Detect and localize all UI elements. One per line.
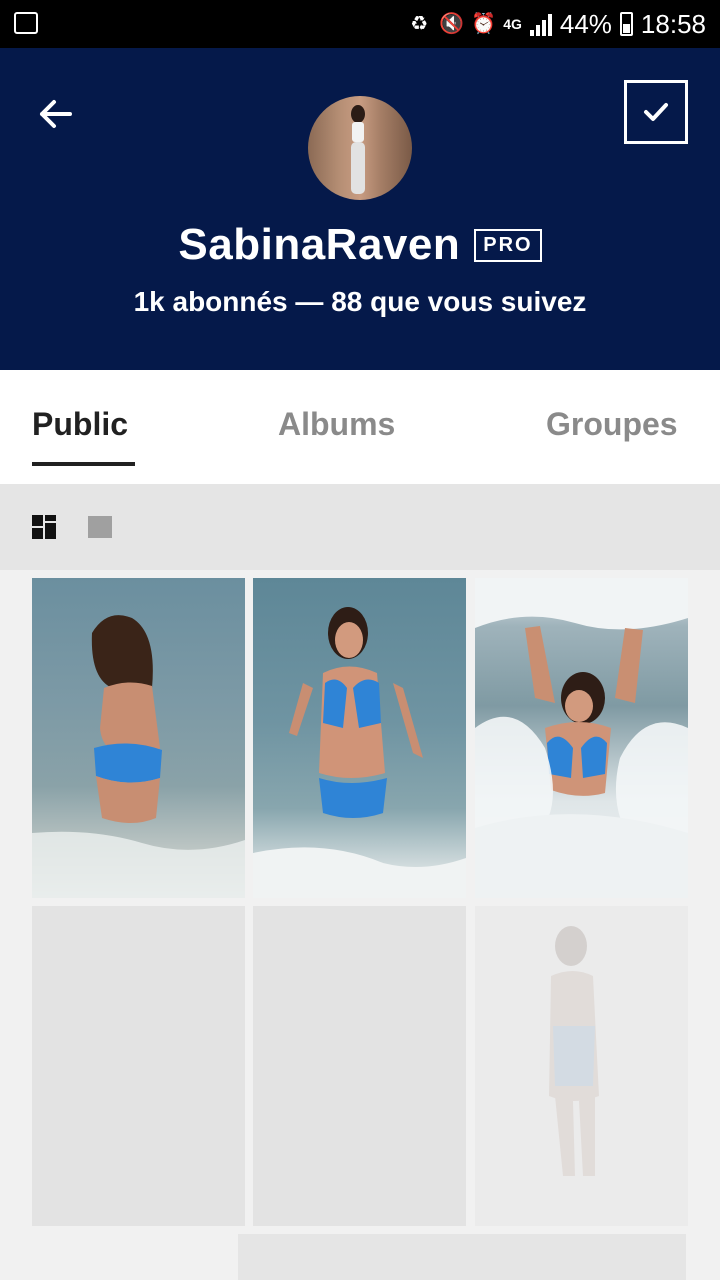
- username: SabinaRaven: [178, 220, 461, 269]
- photo-4[interactable]: [32, 906, 245, 1226]
- photo-6[interactable]: [475, 906, 688, 1226]
- photo-1[interactable]: [32, 578, 245, 898]
- profile-header: SabinaRaven PRO 1k abonnés — 88 que vous…: [0, 48, 720, 370]
- tab-bar: Public Albums Groupes: [0, 370, 720, 484]
- photo-6-image: [549, 926, 599, 1176]
- mute-icon: 🔇: [439, 13, 465, 35]
- battery-icon: [619, 12, 633, 36]
- photo-2-image: [253, 607, 466, 898]
- avatar-figure: [351, 105, 365, 194]
- check-icon: [644, 103, 668, 121]
- photo-1-image: [32, 615, 245, 898]
- signal-icon: [529, 12, 552, 36]
- view-toggle-bar: [0, 484, 720, 570]
- photo-5[interactable]: [253, 906, 466, 1226]
- battery-percent: 44%: [559, 8, 612, 39]
- single-view-icon[interactable]: [88, 516, 112, 538]
- photo-7[interactable]: [238, 1234, 686, 1280]
- follow-stats[interactable]: 1k abonnés — 88 que vous suivez: [0, 286, 720, 318]
- back-button[interactable]: [34, 92, 78, 136]
- photo-3[interactable]: [475, 578, 688, 898]
- username-row: SabinaRaven PRO: [0, 220, 720, 270]
- tab-albums[interactable]: Albums: [278, 406, 395, 443]
- status-bar: ♻ 🔇 ⏰ 4G 44% 18:58: [0, 0, 720, 48]
- pro-badge: PRO: [474, 228, 542, 262]
- gallery-icon: [14, 12, 38, 34]
- tab-public[interactable]: Public: [32, 406, 128, 443]
- avatar[interactable]: [308, 96, 412, 200]
- select-check-button[interactable]: [624, 80, 688, 144]
- battery-saver-icon: ♻: [410, 13, 429, 35]
- photo-2[interactable]: [253, 578, 466, 898]
- grid-view-icon[interactable]: [32, 515, 56, 539]
- clock: 18:58: [640, 8, 706, 39]
- network-4g-icon: 4G: [503, 16, 522, 32]
- back-arrow-icon: [40, 100, 72, 128]
- photo-3-image: [475, 578, 688, 898]
- active-tab-indicator: [32, 462, 135, 466]
- tab-groupes[interactable]: Groupes: [546, 406, 678, 443]
- alarm-icon: ⏰: [471, 13, 497, 35]
